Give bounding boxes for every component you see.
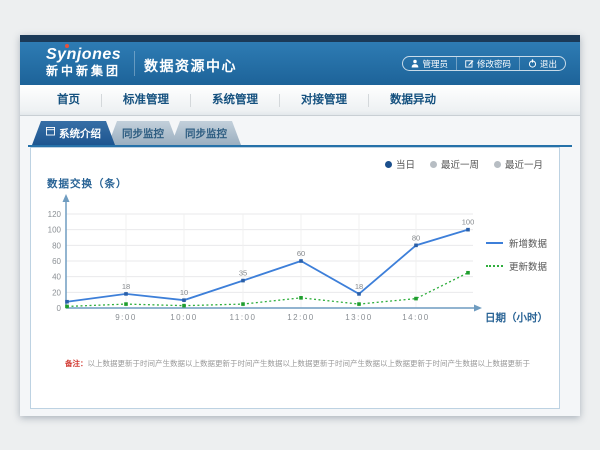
logo: Synjones 新中新集团 <box>46 46 121 78</box>
nav-item-data-change[interactable]: 数据异动 <box>369 85 457 115</box>
page-background: { "header": { "logo_line1": "Synjones", … <box>0 0 600 450</box>
tab-sync-monitor-1[interactable]: 同步监控 <box>108 121 178 145</box>
y-tick-label: 80 <box>52 241 61 250</box>
data-point <box>357 292 361 296</box>
y-tick-label: 40 <box>52 273 61 282</box>
y-tick-label: 100 <box>48 226 62 235</box>
point-label: 100 <box>462 218 475 227</box>
data-point <box>182 304 186 308</box>
data-point <box>124 302 128 306</box>
filter-option-today[interactable]: 当日 <box>385 157 415 171</box>
app-window: Synjones 新中新集团 数据资源中心 管理员 修改密码 <box>20 35 580 416</box>
data-point <box>299 296 303 300</box>
footnote-text: 以上数据更新于时间产生数据以上数据更新于时间产生数据以上数据更新于时间产生数据以… <box>88 359 531 368</box>
x-tick-label: 14:00 <box>402 313 430 322</box>
data-point <box>65 300 69 304</box>
tab-bar: 系统介绍 同步监控 同步监控 <box>32 121 241 145</box>
data-point <box>299 259 303 263</box>
x-axis-title: 日期（小时） <box>485 311 548 324</box>
filter-label: 最近一月 <box>505 157 543 171</box>
radio-dot-icon <box>494 161 501 168</box>
line-chart: 0 20 40 60 80 100 120 9:00 10:00 11:00 12:00 13:00 1… <box>37 188 557 338</box>
logo-brand-text: Synjones <box>46 46 121 64</box>
point-label: 10 <box>180 288 188 297</box>
point-label: 35 <box>239 269 247 278</box>
header: Synjones 新中新集团 数据资源中心 管理员 修改密码 <box>20 42 580 85</box>
series-line-0 <box>67 230 468 302</box>
x-tick-label: 12:00 <box>287 313 315 322</box>
power-icon <box>528 59 537 68</box>
tab-system-intro[interactable]: 系统介绍 <box>32 121 115 145</box>
dotted-line-icon <box>486 265 503 267</box>
admin-button-label: 管理员 <box>422 58 448 70</box>
data-point <box>414 244 418 248</box>
logout-button[interactable]: 退出 <box>519 57 565 70</box>
main-navigation: 首页 标准管理 系统管理 对接管理 数据异动 <box>20 85 580 116</box>
filter-option-last-week[interactable]: 最近一周 <box>430 157 479 171</box>
x-tick-label: 13:00 <box>345 313 373 322</box>
logo-company-name: 新中新集团 <box>46 64 121 78</box>
change-password-button-label: 修改密码 <box>477 58 511 70</box>
time-range-filters: 当日 最近一周 最近一月 <box>385 157 543 171</box>
window-frame-icon <box>46 127 55 139</box>
data-point <box>124 292 128 296</box>
x-axis-arrow-icon <box>474 305 482 312</box>
footnote-prefix: 备注： <box>65 359 88 368</box>
data-point <box>357 302 361 306</box>
radio-dot-icon <box>430 161 437 168</box>
edit-icon <box>465 59 474 68</box>
data-point <box>241 279 245 283</box>
solid-line-icon <box>486 242 503 244</box>
tab-sync-monitor-2[interactable]: 同步监控 <box>171 121 241 145</box>
header-divider <box>134 51 135 76</box>
admin-button[interactable]: 管理员 <box>403 57 456 70</box>
point-label: 60 <box>297 249 305 258</box>
y-tick-label: 0 <box>57 304 62 313</box>
x-tick-label: 9:00 <box>115 313 137 322</box>
logout-button-label: 退出 <box>540 58 557 70</box>
point-label: 18 <box>122 282 130 291</box>
data-point <box>414 297 418 301</box>
user-actions-group: 管理员 修改密码 退出 <box>402 56 566 71</box>
legend-label: 新增数据 <box>509 236 547 250</box>
x-tick-label: 10:00 <box>170 313 198 322</box>
nav-item-standard-management[interactable]: 标准管理 <box>102 85 190 115</box>
top-strip <box>20 35 580 42</box>
chart-legend: 新增数据 更新数据 <box>486 236 547 273</box>
legend-label: 更新数据 <box>509 259 547 273</box>
legend-item-updated-data: 更新数据 <box>486 259 547 273</box>
content-area: 系统介绍 同步监控 同步监控 当日 最近一周 <box>20 116 580 416</box>
data-point <box>65 305 69 309</box>
tab-label: 系统介绍 <box>59 126 101 141</box>
tab-label: 同步监控 <box>185 126 227 141</box>
user-icon <box>411 59 419 68</box>
y-tick-label: 60 <box>52 257 61 266</box>
point-label: 18 <box>355 282 363 291</box>
point-label: 80 <box>412 233 420 242</box>
filter-label: 最近一周 <box>441 157 479 171</box>
nav-item-system-management[interactable]: 系统管理 <box>191 85 279 115</box>
filter-option-last-month[interactable]: 最近一月 <box>494 157 543 171</box>
nav-item-integration-management[interactable]: 对接管理 <box>280 85 368 115</box>
data-point <box>466 228 470 232</box>
tab-label: 同步监控 <box>122 126 164 141</box>
y-tick-label: 20 <box>52 288 61 297</box>
chart-panel: 当日 最近一周 最近一月 数据交换（条） 0204060801001209:00… <box>30 147 560 409</box>
change-password-button[interactable]: 修改密码 <box>456 57 519 70</box>
footnote: 备注：以上数据更新于时间产生数据以上数据更新于时间产生数据以上数据更新于时间产生… <box>65 358 549 369</box>
data-point <box>182 298 186 302</box>
data-point <box>466 271 470 275</box>
filter-label: 当日 <box>396 157 415 171</box>
logo-red-dot-icon <box>65 44 69 48</box>
x-tick-label: 11:00 <box>230 313 257 322</box>
y-tick-label: 120 <box>48 210 62 219</box>
legend-item-new-data: 新增数据 <box>486 236 547 250</box>
nav-item-home[interactable]: 首页 <box>36 85 101 115</box>
page-title: 数据资源中心 <box>144 56 237 76</box>
y-axis-arrow-icon <box>63 194 70 202</box>
data-point <box>241 302 245 306</box>
radio-dot-icon <box>385 161 392 168</box>
